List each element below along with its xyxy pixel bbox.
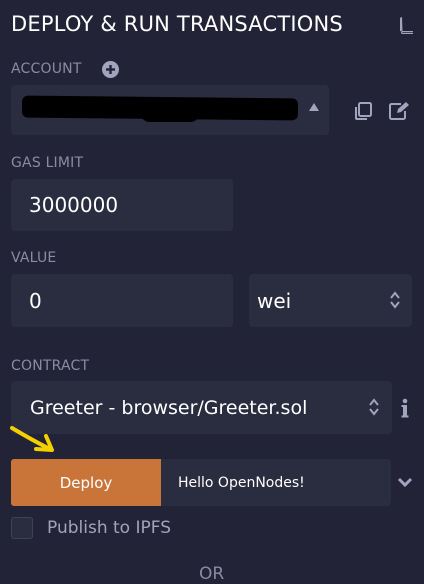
panel-title: DEPLOY & RUN TRANSACTIONS xyxy=(11,12,343,36)
unit-value: wei xyxy=(257,288,292,313)
contract-select[interactable]: Greeter - browser/Greeter.sol xyxy=(11,381,392,434)
publish-ipfs-checkbox[interactable] xyxy=(11,517,33,539)
unit-select[interactable]: wei xyxy=(249,274,412,327)
copy-icon[interactable] xyxy=(354,102,372,120)
gas-limit-input[interactable]: 3000000 xyxy=(11,179,233,231)
or-divider-label: OR xyxy=(199,564,225,584)
contract-value: Greeter - browser/Greeter.sol xyxy=(30,396,308,419)
value-amount: 0 xyxy=(29,288,42,313)
annotation-arrow-icon xyxy=(10,426,54,452)
redaction-mark xyxy=(140,102,200,122)
gas-limit-label: GAS LIMIT xyxy=(11,155,84,171)
deploy-args-value: Hello OpenNodes! xyxy=(178,474,305,491)
book-icon[interactable] xyxy=(399,16,415,34)
plus-circle-icon[interactable] xyxy=(102,61,119,78)
gas-limit-value: 3000000 xyxy=(29,193,119,217)
contract-label: CONTRACT xyxy=(11,358,90,374)
edit-icon[interactable] xyxy=(389,102,409,120)
select-arrow-icon xyxy=(309,103,319,111)
deploy-button[interactable]: Deploy xyxy=(11,459,161,506)
value-label: VALUE xyxy=(11,250,57,266)
chevron-down-icon[interactable] xyxy=(397,476,413,488)
value-input[interactable]: 0 xyxy=(11,274,233,327)
deploy-args-input[interactable]: Hello OpenNodes! xyxy=(161,459,391,506)
account-label: ACCOUNT xyxy=(11,61,82,77)
select-arrows-icon xyxy=(390,291,400,309)
publish-ipfs-label: Publish to IPFS xyxy=(47,518,172,538)
info-icon[interactable] xyxy=(400,398,410,418)
select-arrows-icon xyxy=(369,398,379,416)
